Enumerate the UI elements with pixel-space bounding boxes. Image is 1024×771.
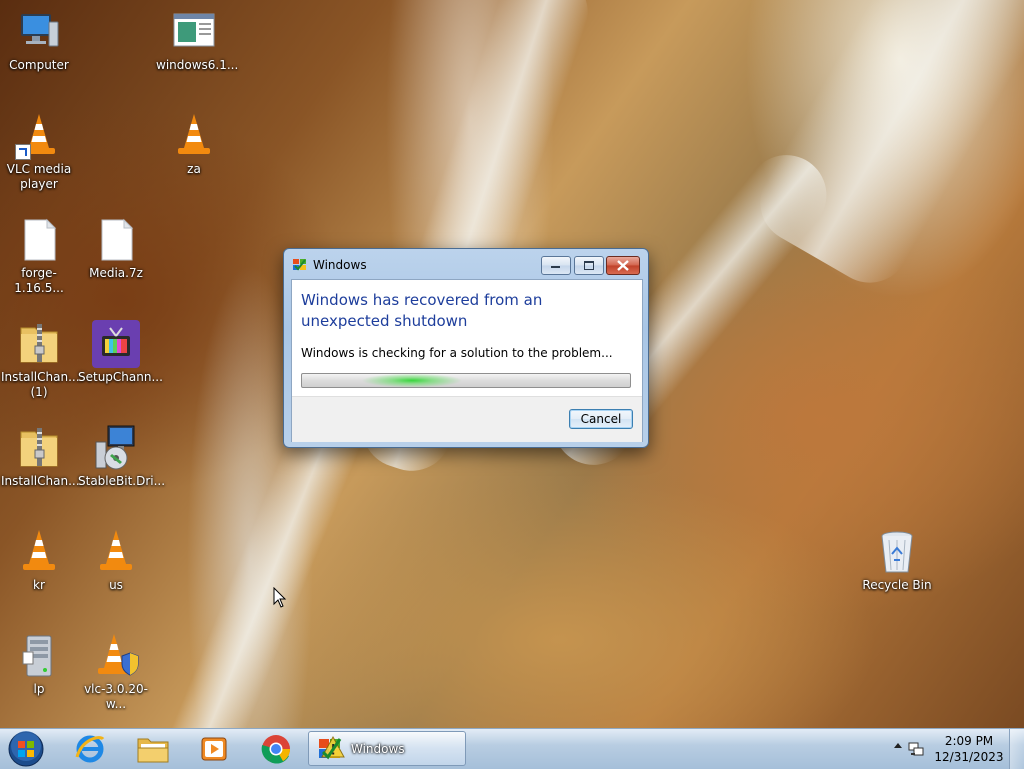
- icon-label: InstallChan... (1): [1, 370, 80, 399]
- start-button[interactable]: [6, 730, 46, 768]
- taskbar-window-label: Windows: [351, 742, 405, 756]
- icon-label: lp: [33, 682, 45, 696]
- dialog-footer: Cancel: [292, 396, 642, 442]
- minimize-button[interactable]: [541, 256, 571, 275]
- dialog-content: Windows has recovered from an unexpected…: [291, 279, 643, 442]
- vlc-cone-icon: [15, 528, 63, 576]
- windows-flag-icon: [292, 257, 308, 273]
- icon-label: Media.7z: [89, 266, 143, 280]
- taskbar-window-windows[interactable]: Windows: [308, 731, 466, 766]
- tv-installer-icon: [92, 320, 140, 368]
- file-explorer-icon: [137, 738, 169, 763]
- shortcut-arrow-icon: [15, 144, 31, 160]
- desktop-icon-vlc-installer[interactable]: vlc-3.0.20-w...: [78, 632, 154, 712]
- close-button[interactable]: [606, 256, 640, 275]
- taskbar-file-explorer[interactable]: [124, 732, 180, 766]
- minimize-icon: [551, 266, 560, 268]
- progress-marquee: [362, 374, 462, 387]
- vlc-installer-icon: [92, 632, 140, 680]
- desktop-icon-windows61[interactable]: windows6.1...: [156, 8, 238, 73]
- progress-bar: [301, 373, 631, 388]
- dialog-title: Windows: [313, 258, 367, 272]
- vlc-cone-icon: [92, 528, 140, 576]
- vlc-cone-icon: [15, 112, 63, 160]
- icon-label: windows6.1...: [156, 58, 239, 72]
- blank-file-icon: [92, 216, 140, 264]
- taskbar: Windows 2:09 PM 12/31/2023: [0, 728, 1024, 769]
- system-tray: 2:09 PM 12/31/2023: [884, 729, 1024, 769]
- icon-label: SetupChann...: [78, 370, 163, 384]
- icon-label: forge-1.16.5...: [14, 266, 64, 295]
- icon-label: us: [109, 578, 123, 592]
- icon-label: Recycle Bin: [862, 578, 932, 592]
- document-window-icon: [170, 8, 218, 56]
- driver-installer-icon: [92, 424, 140, 472]
- icon-label: kr: [33, 578, 45, 592]
- computer-icon: [15, 8, 63, 56]
- desktop[interactable]: Computer windows6.1... VLC media player …: [0, 0, 1024, 728]
- icon-label: VLC media player: [6, 162, 72, 191]
- desktop-icon-installchan1[interactable]: InstallChan... (1): [1, 320, 80, 400]
- taskbar-internet-explorer[interactable]: [62, 732, 118, 766]
- taskbar-media-player[interactable]: [186, 732, 242, 766]
- show-hidden-icons-chevron[interactable]: [894, 743, 902, 748]
- vlc-cone-icon: [170, 112, 218, 160]
- desktop-icon-media7z[interactable]: Media.7z: [78, 216, 154, 281]
- icon-label: vlc-3.0.20-w...: [84, 682, 148, 711]
- icon-label: za: [187, 162, 201, 176]
- desktop-icon-kr[interactable]: kr: [1, 528, 77, 593]
- mouse-cursor-icon: [273, 587, 287, 608]
- desktop-icon-recycle-bin[interactable]: Recycle Bin: [859, 528, 935, 593]
- zip-folder-icon: [15, 320, 63, 368]
- icon-label: StableBit.Dri...: [78, 474, 166, 488]
- desktop-icon-za[interactable]: za: [156, 112, 232, 177]
- desktop-icon-us[interactable]: us: [78, 528, 154, 593]
- desktop-icon-installchan[interactable]: InstallChan...: [1, 424, 80, 489]
- desktop-icon-computer[interactable]: Computer: [1, 8, 77, 73]
- icon-label: InstallChan...: [1, 474, 80, 488]
- windows-recovery-icon: [319, 735, 345, 760]
- dialog-message: Windows is checking for a solution to th…: [301, 346, 613, 360]
- desktop-icon-forge[interactable]: forge-1.16.5...: [1, 216, 77, 296]
- clock-date: 12/31/2023: [934, 750, 1004, 764]
- desktop-icon-stablebit[interactable]: StableBit.Dri...: [78, 424, 165, 489]
- chrome-icon: [261, 735, 290, 764]
- desktop-icon-setupchann[interactable]: SetupChann...: [78, 320, 163, 385]
- desktop-icon-vlc[interactable]: VLC media player: [1, 112, 77, 192]
- taskbar-chrome[interactable]: [248, 732, 304, 766]
- cancel-button[interactable]: Cancel: [569, 409, 633, 429]
- clock-time: 2:09 PM: [944, 734, 994, 748]
- desktop-icon-lp[interactable]: lp: [1, 632, 77, 697]
- dialog-heading: Windows has recovered from an unexpected…: [301, 291, 543, 330]
- internet-explorer-icon: [75, 735, 105, 763]
- recycle-bin-icon: [873, 528, 921, 576]
- server-icon: [15, 632, 63, 680]
- recovery-dialog: Windows Windows has recovered from an un…: [283, 248, 649, 448]
- windows-start-orb-icon: [8, 731, 44, 767]
- close-icon: [617, 260, 629, 271]
- dialog-titlebar[interactable]: Windows: [284, 249, 648, 279]
- network-icon[interactable]: [908, 741, 924, 757]
- media-player-icon: [201, 737, 227, 761]
- zip-folder-icon: [15, 424, 63, 472]
- clock[interactable]: 2:09 PM 12/31/2023: [934, 733, 1004, 765]
- show-desktop-button[interactable]: [1009, 729, 1024, 769]
- restore-button[interactable]: [574, 256, 604, 275]
- restore-icon: [584, 261, 594, 270]
- icon-label: Computer: [9, 58, 69, 72]
- blank-file-icon: [15, 216, 63, 264]
